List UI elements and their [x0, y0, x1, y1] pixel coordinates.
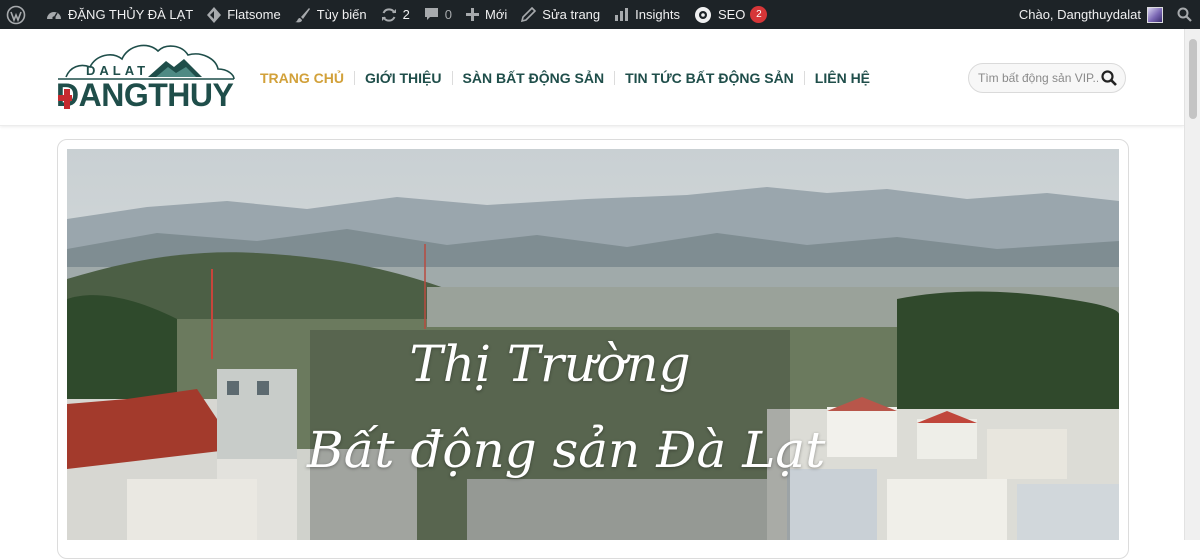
- nav-item-contact[interactable]: LIÊN HỆ: [805, 71, 880, 85]
- logo-cross-icon: [58, 89, 72, 109]
- nav-item-news[interactable]: TIN TỨC BẤT ĐỘNG SẢN: [615, 70, 805, 85]
- flatsome-link[interactable]: Flatsome: [200, 0, 287, 29]
- seo-label: SEO: [717, 7, 746, 22]
- hero-banner: Thị Trường Bất động sản Đà Lạt: [67, 149, 1119, 540]
- main-navigation: TRANG CHỦ GIỚI THIỆU SÀN BẤT ĐỘNG SẢN TI…: [250, 29, 880, 126]
- insights-link[interactable]: Insights: [607, 0, 687, 29]
- dashboard-icon: [46, 7, 62, 23]
- hero-title-line-1: Thị Trường: [409, 335, 691, 393]
- greeting-label: Chào, Dangthuydalat: [1018, 7, 1141, 22]
- seo-menu[interactable]: SEO 2: [687, 0, 774, 29]
- edit-page-label: Sửa trang: [542, 7, 601, 22]
- search-icon: [1177, 7, 1192, 22]
- flatsome-icon: [207, 6, 222, 23]
- my-account-menu[interactable]: Chào, Dangthuydalat: [1012, 0, 1170, 29]
- nav-item-home[interactable]: TRANG CHỦ: [250, 70, 355, 85]
- logo-main-text: DANGTHUY: [56, 77, 234, 113]
- pencil-icon: [521, 7, 537, 22]
- new-content-link[interactable]: Mới: [459, 0, 514, 29]
- customize-label: Tùy biến: [316, 7, 367, 22]
- comments-count: 0: [444, 7, 453, 22]
- new-content-label: Mới: [485, 7, 508, 22]
- wordpress-menu[interactable]: [0, 0, 39, 29]
- updates-link[interactable]: 2: [374, 0, 417, 29]
- scrollbar-thumb[interactable]: [1189, 39, 1197, 119]
- insights-icon: [614, 7, 629, 22]
- logo-top-text: DALAT: [86, 63, 150, 78]
- comment-icon: [424, 7, 439, 22]
- wordpress-icon: [6, 5, 26, 25]
- plus-icon: [466, 8, 480, 21]
- search-icon[interactable]: [1101, 70, 1117, 86]
- site-search: [968, 63, 1126, 93]
- updates-icon: [381, 7, 397, 23]
- admin-bar: ĐẶNG THỦY ĐÀ LẠT Flatsome Tùy biến 2 0 M…: [0, 0, 1200, 29]
- updates-count: 2: [402, 7, 410, 22]
- admin-search-button[interactable]: [1170, 0, 1200, 29]
- nav-item-about[interactable]: GIỚI THIỆU: [355, 70, 453, 85]
- flatsome-label: Flatsome: [227, 7, 281, 22]
- page-scrollbar[interactable]: [1184, 29, 1200, 540]
- site-name-label: ĐẶNG THỦY ĐÀ LẠT: [68, 7, 194, 22]
- site-header: DALAT DANGTHUY TRANG CHỦ GIỚI THIỆU SÀN …: [0, 29, 1184, 126]
- customize-link[interactable]: Tùy biến: [288, 0, 374, 29]
- comments-link[interactable]: 0: [417, 0, 459, 29]
- search-input[interactable]: [978, 64, 1098, 92]
- edit-page-link[interactable]: Sửa trang: [514, 0, 607, 29]
- site-logo[interactable]: DALAT DANGTHUY: [56, 37, 236, 113]
- insights-label: Insights: [635, 7, 680, 22]
- nav-item-real-estate[interactable]: SÀN BẤT ĐỘNG SẢN: [453, 70, 616, 85]
- seo-notification-badge: 2: [750, 6, 768, 23]
- hero-title-line-2: Bất động sản Đà Lạt: [307, 421, 826, 479]
- seo-icon: [694, 6, 712, 24]
- brush-icon: [294, 7, 311, 23]
- site-name-link[interactable]: ĐẶNG THỦY ĐÀ LẠT: [39, 0, 200, 29]
- avatar: [1147, 6, 1163, 23]
